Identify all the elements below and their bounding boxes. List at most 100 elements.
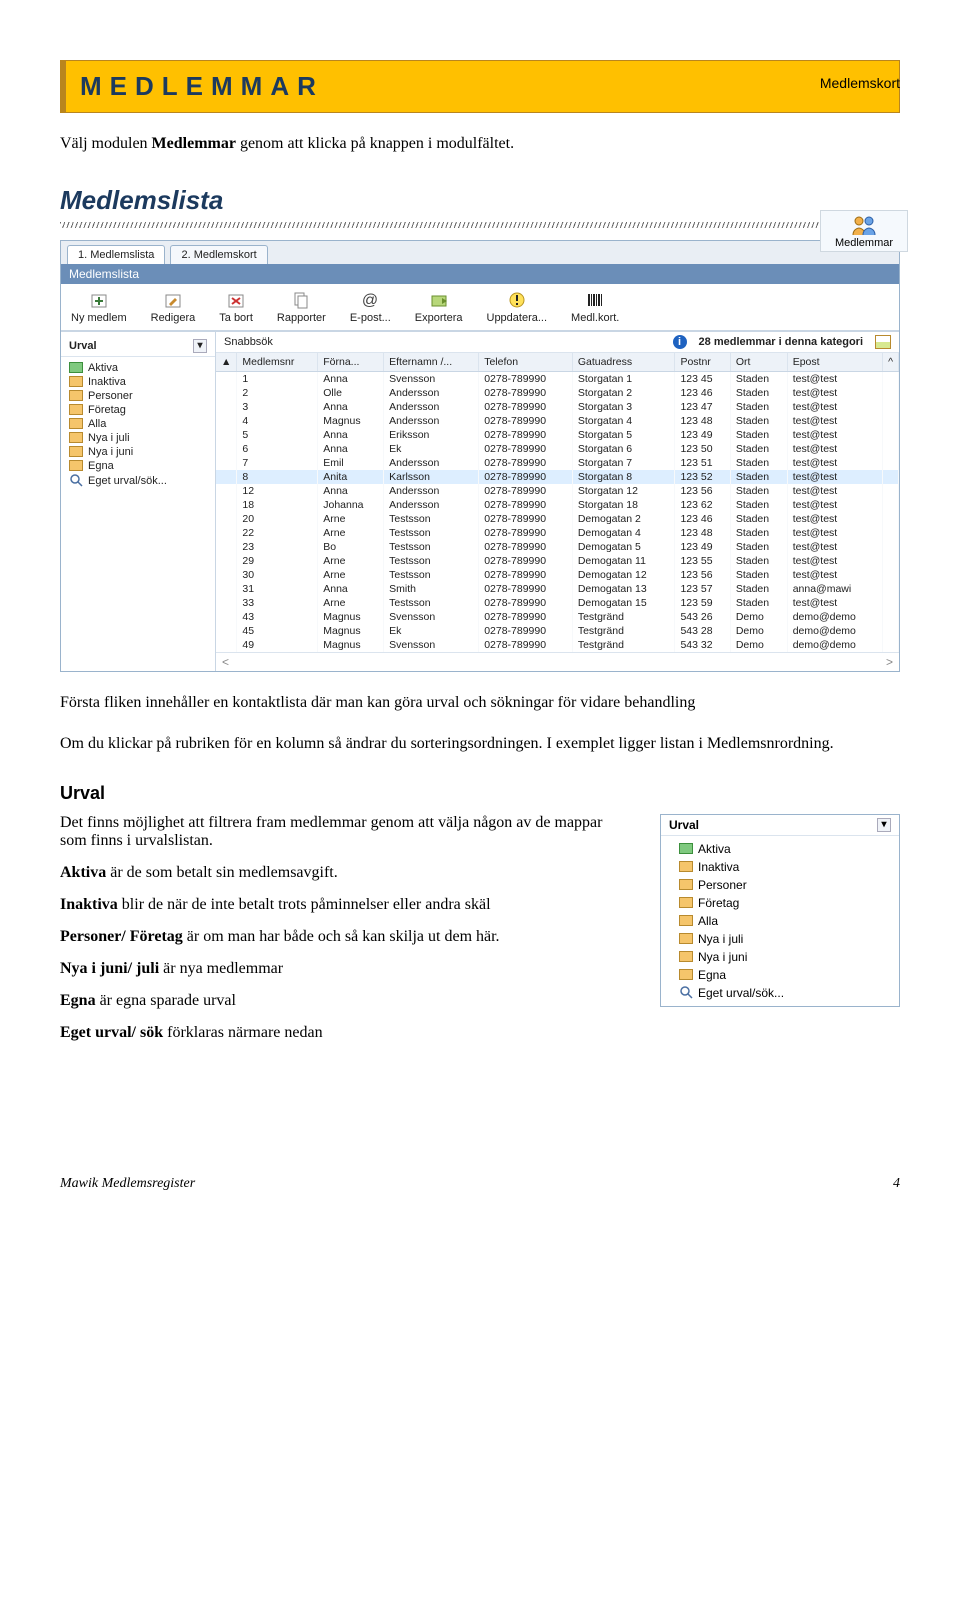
table-cell: Staden [730,371,787,386]
folder-icon [679,897,693,908]
sidebar-item[interactable]: Alla [69,417,211,431]
sidebar-item-label: Inaktiva [88,376,126,388]
table-row[interactable]: 7EmilAndersson0278-789990Storgatan 7123 … [216,456,899,470]
toolbar-label: Redigera [151,312,196,324]
toolbar-button[interactable]: Ny medlem [71,290,127,324]
table-cell: Staden [730,400,787,414]
table-cell: test@test [787,540,882,554]
table-row[interactable]: 29ArneTestsson0278-789990Demogatan 11123… [216,554,899,568]
folder-icon [69,376,83,387]
table-cell: test@test [787,568,882,582]
table-row[interactable]: 18JohannaAndersson0278-789990Storgatan 1… [216,498,899,512]
table-cell: test@test [787,596,882,610]
toolbar-button[interactable]: Ta bort [219,290,253,324]
table-cell: Smith [384,582,479,596]
table-row[interactable]: 31AnnaSmith0278-789990Demogatan 13123 57… [216,582,899,596]
table-row[interactable]: 43MagnusSvensson0278-789990Testgränd543 … [216,610,899,624]
sidebar-item[interactable]: Inaktiva [679,858,895,876]
column-header[interactable]: Gatuadress [572,353,675,372]
toolbar-button[interactable]: Medl.kort. [571,290,619,324]
sidebar-item[interactable]: Eget urval/sök... [69,473,211,489]
toolbar-button[interactable]: @E-post... [350,290,391,324]
column-header[interactable]: Ort [730,353,787,372]
urval-p5-text: är nya medlemmar [159,960,283,977]
table-row[interactable]: 33ArneTestsson0278-789990Demogatan 15123… [216,596,899,610]
sidebar-item[interactable]: Nya i juni [69,445,211,459]
sidebar-item[interactable]: Företag [69,403,211,417]
sidebar-item[interactable]: Personer [679,876,895,894]
table-cell: Andersson [384,456,479,470]
sidebar-item[interactable]: Företag [679,894,895,912]
urval-p4-bold: Personer/ Företag [60,928,183,945]
table-row[interactable]: 5AnnaEriksson0278-789990Storgatan 5123 4… [216,428,899,442]
table-cell: Testsson [384,512,479,526]
sidebar-item[interactable]: Alla [679,912,895,930]
screenshot-medlemslista: 1. Medlemslista 2. Medlemskort Medlemsli… [60,240,900,672]
table-cell: demo@demo [787,610,882,624]
sidebar-item[interactable]: Nya i juli [69,431,211,445]
table-row[interactable]: 3AnnaAndersson0278-789990Storgatan 3123 … [216,400,899,414]
scroll-up-icon[interactable]: ^ [883,353,899,372]
column-header[interactable]: Telefon [479,353,573,372]
sidebar-item[interactable]: Aktiva [679,840,895,858]
toolbar-button[interactable]: Rapporter [277,290,326,324]
column-header[interactable]: Postnr [675,353,730,372]
sidebar-item[interactable]: Nya i juli [679,930,895,948]
sidebar-item[interactable]: Aktiva [69,361,211,375]
table-row[interactable]: 30ArneTestsson0278-789990Demogatan 12123… [216,568,899,582]
table-cell: 123 48 [675,526,730,540]
module-medlemmar-button[interactable]: Medlemmar [820,210,908,252]
table-cell: Testgränd [572,624,675,638]
table-row[interactable]: 1AnnaSvensson0278-789990Storgatan 1123 4… [216,371,899,386]
table-row[interactable]: 22ArneTestsson0278-789990Demogatan 4123 … [216,526,899,540]
table-cell: 543 32 [675,638,730,652]
column-header-sort[interactable]: ▲ [216,353,237,372]
paragraph-after-shot-1: Första fliken innehåller en kontaktlista… [60,692,900,714]
folder-icon [69,432,83,443]
column-header[interactable]: Förna... [318,353,384,372]
picture-icon[interactable] [875,335,891,349]
table-cell: 0278-789990 [479,414,573,428]
toolbar-button[interactable]: Exportera [415,290,463,324]
horizontal-scrollbar[interactable]: <> [216,652,899,671]
table-row[interactable]: 23BoTestsson0278-789990Demogatan 5123 49… [216,540,899,554]
sidebar-item-label: Företag [88,404,126,416]
column-header[interactable]: Medlemsnr [237,353,318,372]
table-row[interactable]: 6AnnaEk0278-789990Storgatan 6123 50Stade… [216,442,899,456]
table-row[interactable]: 20ArneTestsson0278-789990Demogatan 2123 … [216,512,899,526]
table-row[interactable]: 8AnitaKarlsson0278-789990Storgatan 8123 … [216,470,899,484]
table-cell: Andersson [384,498,479,512]
tab-medlemslista[interactable]: 1. Medlemslista [67,245,165,264]
tab-medlemskort[interactable]: 2. Medlemskort [170,245,267,264]
column-header[interactable]: Efternamn /... [384,353,479,372]
intro-bold: Medlemmar [152,135,236,152]
folder-icon [679,933,693,944]
table-row[interactable]: 45MagnusEk0278-789990Testgränd543 28Demo… [216,624,899,638]
sidebar-item[interactable]: Egna [679,966,895,984]
sidebar-item[interactable]: Egna [69,459,211,473]
table-cell: 123 59 [675,596,730,610]
sidebar-item[interactable]: Inaktiva [69,375,211,389]
urval-panel-tree: AktivaInaktivaPersonerFöretagAllaNya i j… [661,836,899,1006]
table-row[interactable]: 49MagnusSvensson0278-789990Testgränd543 … [216,638,899,652]
urval-dropdown[interactable]: Urval ▾ [61,336,215,357]
table-row[interactable]: 12AnnaAndersson0278-789990Storgatan 1212… [216,484,899,498]
table-row[interactable]: 2OlleAndersson0278-789990Storgatan 2123 … [216,386,899,400]
members-table[interactable]: ▲MedlemsnrFörna...Efternamn /...TelefonG… [216,353,899,652]
toolbar-icon [89,290,109,310]
toolbar-button[interactable]: Uppdatera... [487,290,548,324]
table-cell: 31 [237,582,318,596]
urval-panel-dropdown[interactable]: Urval ▾ [661,815,899,836]
sidebar-item[interactable]: Nya i juni [679,948,895,966]
table-cell: test@test [787,456,882,470]
sidebar-item[interactable]: Personer [69,389,211,403]
table-cell: Anna [318,400,384,414]
sidebar-item[interactable]: Eget urval/sök... [679,984,895,1002]
table-cell: Storgatan 1 [572,371,675,386]
chevron-down-icon: ▾ [877,818,891,832]
toolbar-button[interactable]: Redigera [151,290,196,324]
table-row[interactable]: 4MagnusAndersson0278-789990Storgatan 412… [216,414,899,428]
column-header[interactable]: Epost [787,353,882,372]
table-cell: Testsson [384,596,479,610]
table-cell: Anna [318,371,384,386]
